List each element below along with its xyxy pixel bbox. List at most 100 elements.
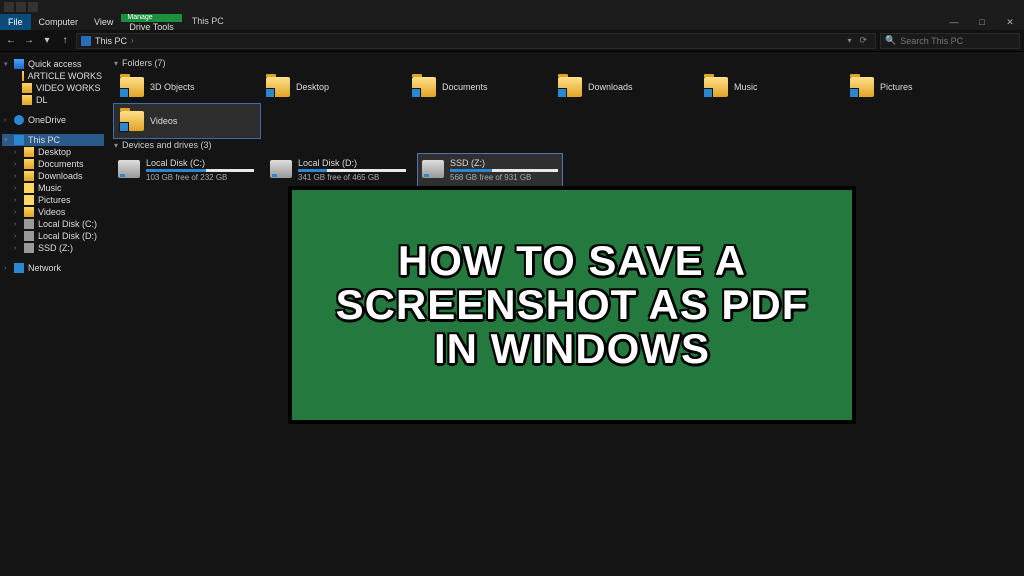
folder-icon	[22, 95, 32, 105]
folder-icon	[22, 83, 32, 93]
folder-icon	[24, 171, 34, 181]
drive-free-text: 103 GB free of 232 GB	[146, 173, 254, 182]
back-button[interactable]: ←	[4, 34, 18, 48]
folder-name: Pictures	[880, 82, 913, 92]
folder-icon	[266, 77, 290, 97]
sidebar-item-music[interactable]: › Music	[2, 182, 104, 194]
folder-name: Documents	[442, 82, 488, 92]
music-icon	[24, 183, 34, 193]
sidebar-item-pinned[interactable]: VIDEO WORKS	[2, 82, 104, 94]
drive-free-text: 568 GB free of 931 GB	[450, 173, 558, 182]
chevron-down-icon[interactable]: ▾	[4, 60, 10, 68]
refresh-button[interactable]: ⟳	[855, 35, 871, 46]
breadcrumb-segment[interactable]: This PC	[95, 36, 127, 46]
folder-tile[interactable]: Documents	[406, 70, 552, 104]
maximize-button[interactable]: □	[968, 14, 996, 30]
folder-name: 3D Objects	[150, 82, 195, 92]
sidebar-item-pinned[interactable]: DL	[2, 94, 104, 106]
titlebar	[0, 0, 1024, 14]
chevron-right-icon[interactable]: ›	[14, 221, 20, 228]
sidebar-item-label: This PC	[28, 135, 60, 145]
qat-icon[interactable]	[16, 2, 26, 12]
folder-icon	[704, 77, 728, 97]
drive-tile[interactable]: Local Disk (C:)103 GB free of 232 GB	[114, 154, 258, 186]
folder-icon	[120, 111, 144, 131]
badge-icon	[411, 88, 421, 98]
drive-tile[interactable]: SSD (Z:)568 GB free of 931 GB	[418, 154, 562, 186]
tab-file[interactable]: File	[0, 14, 31, 30]
recent-locations-button[interactable]: ▾	[40, 34, 54, 48]
search-input[interactable]: 🔍 Search This PC	[880, 33, 1020, 49]
sidebar-item-pictures[interactable]: ›Pictures	[2, 194, 104, 206]
sidebar-item-downloads[interactable]: ›Downloads	[2, 170, 104, 182]
drive-name: Local Disk (D:)	[298, 158, 406, 168]
sidebar-item-desktop[interactable]: › Desktop	[2, 146, 104, 158]
drives-row: Local Disk (C:)103 GB free of 232 GBLoca…	[114, 154, 1016, 186]
pictures-icon	[24, 195, 34, 205]
folder-icon	[120, 77, 144, 97]
sidebar-item-documents[interactable]: ›Documents	[2, 158, 104, 170]
folder-tile[interactable]: 3D Objects	[114, 70, 260, 104]
chevron-right-icon[interactable]: ›	[14, 233, 20, 240]
banner-title: HOW TO SAVE A SCREENSHOT AS PDF IN WINDO…	[322, 239, 822, 371]
chevron-down-icon[interactable]: ▾	[4, 136, 10, 144]
folder-icon	[22, 71, 24, 81]
chevron-right-icon[interactable]: ›	[14, 197, 20, 204]
chevron-right-icon[interactable]: ›	[14, 209, 20, 216]
overlay-banner: HOW TO SAVE A SCREENSHOT AS PDF IN WINDO…	[292, 190, 852, 420]
sidebar-item-videos[interactable]: ›Videos	[2, 206, 104, 218]
sidebar-item-drive-d[interactable]: ›Local Disk (D:)	[2, 230, 104, 242]
qat-icon[interactable]	[4, 2, 14, 12]
pc-icon	[81, 36, 91, 46]
sidebar-item-network[interactable]: › Network	[2, 262, 104, 274]
qat-icon[interactable]	[28, 2, 38, 12]
folder-tile[interactable]: Desktop	[260, 70, 406, 104]
folder-name: Videos	[150, 116, 177, 126]
chevron-right-icon[interactable]: ›	[14, 149, 20, 156]
drive-free-text: 341 GB free of 465 GB	[298, 173, 406, 182]
folder-tile[interactable]: Downloads	[552, 70, 698, 104]
sidebar-item-drive-c[interactable]: ›Local Disk (C:)	[2, 218, 104, 230]
folder-tile[interactable]: Videos	[114, 104, 260, 138]
chevron-down-icon[interactable]: ▾	[114, 59, 118, 68]
drive-usage-bar	[450, 169, 558, 172]
sidebar-item-label: SSD (Z:)	[38, 243, 73, 253]
chevron-right-icon[interactable]: ›	[4, 117, 10, 124]
sidebar-item-drive-z[interactable]: › SSD (Z:)	[2, 242, 104, 254]
chevron-right-icon[interactable]: ›	[14, 245, 20, 252]
sidebar-item-onedrive[interactable]: › OneDrive	[2, 114, 104, 126]
qat-icons	[0, 2, 38, 12]
tab-computer[interactable]: Computer	[31, 14, 87, 30]
folder-tile[interactable]: Music	[698, 70, 844, 104]
chevron-down-icon[interactable]: ▾	[114, 141, 118, 150]
chevron-right-icon[interactable]: ›	[14, 185, 20, 192]
sidebar-item-this-pc[interactable]: ▾ This PC	[2, 134, 104, 146]
forward-button[interactable]: →	[22, 34, 36, 48]
chevron-right-icon[interactable]: ›	[4, 265, 10, 272]
chevron-right-icon[interactable]: ›	[14, 173, 20, 180]
up-button[interactable]: ↑	[58, 34, 72, 48]
address-bar[interactable]: This PC › ▾ ⟳	[76, 33, 876, 49]
address-dropdown-button[interactable]: ▾	[847, 36, 851, 45]
navigation-pane[interactable]: ▾ Quick access ARTICLE WORKS VIDEO WORKS…	[0, 52, 106, 576]
sidebar-item-label: Music	[38, 183, 62, 193]
section-header-drives[interactable]: ▾ Devices and drives (3)	[114, 138, 1016, 152]
folder-tile[interactable]: Pictures	[844, 70, 990, 104]
sidebar-item-label: Desktop	[38, 147, 71, 157]
ribbon-tabs: File Computer View Manage Drive Tools Th…	[0, 14, 1024, 30]
tab-view[interactable]: View	[86, 14, 121, 30]
search-icon: 🔍	[885, 35, 896, 46]
sidebar-item-pinned[interactable]: ARTICLE WORKS	[2, 70, 104, 82]
sidebar-item-quick-access[interactable]: ▾ Quick access	[2, 58, 104, 70]
drive-icon	[118, 160, 140, 178]
close-button[interactable]: ✕	[996, 14, 1024, 30]
section-header-folders[interactable]: ▾ Folders (7)	[114, 56, 1016, 70]
minimize-button[interactable]: —	[940, 14, 968, 30]
folder-icon	[24, 147, 34, 157]
folder-name: Music	[734, 82, 758, 92]
pc-icon	[14, 135, 24, 145]
chevron-right-icon[interactable]: ›	[14, 161, 20, 168]
drive-tile[interactable]: Local Disk (D:) 341 GB free of 465 GB	[266, 154, 410, 186]
folder-icon	[412, 77, 436, 97]
chevron-right-icon[interactable]: ›	[131, 36, 134, 45]
